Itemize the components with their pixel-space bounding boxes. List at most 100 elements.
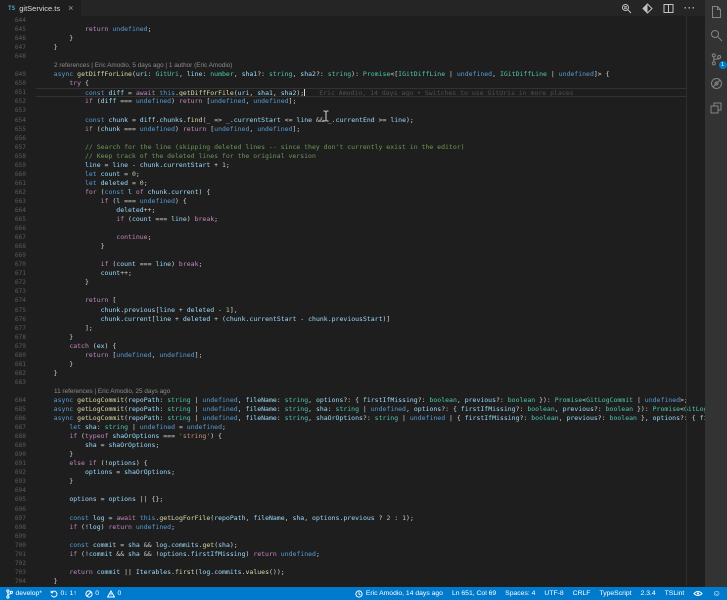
code-line[interactable]: 671 count++;	[0, 269, 705, 278]
code-line[interactable]: 689 sha = shaOrOptions;	[0, 441, 705, 450]
line-number[interactable]: 653	[0, 106, 26, 115]
line-number[interactable]: 700	[0, 541, 26, 550]
code-line[interactable]: 656	[0, 134, 705, 143]
sync-status[interactable]: 0↓ 1↑	[50, 590, 77, 598]
code-line[interactable]: 678 }	[0, 333, 705, 342]
code-line[interactable]: 655 if (chunk === undefined) return [und…	[0, 125, 705, 134]
code-line[interactable]: 686 async getLogCommit(repoPath: string …	[0, 414, 705, 423]
cursor-position[interactable]: Ln 651, Col 69	[452, 590, 496, 597]
gitlens-blame-status[interactable]: Eric Amodio, 14 days ago	[355, 589, 443, 598]
problems-errors[interactable]: 0	[85, 589, 99, 598]
debug-icon[interactable]	[710, 77, 723, 90]
encoding[interactable]: UTF-8	[544, 590, 563, 597]
line-number[interactable]: 646	[0, 34, 26, 43]
tslint-status[interactable]: TSLint	[665, 590, 685, 597]
toggle-blame[interactable]	[693, 590, 704, 597]
open-changes-icon[interactable]	[621, 3, 632, 14]
code-line[interactable]: 665 if (count === line) break;	[0, 215, 705, 224]
code-line[interactable]: 684 async getLogCommit(repoPath: string …	[0, 396, 705, 405]
line-number[interactable]: 649	[0, 70, 26, 79]
line-number[interactable]: 672	[0, 278, 26, 287]
code-line[interactable]: 687 let sha: string | undefined = undefi…	[0, 423, 705, 432]
code-line[interactable]: 699	[0, 532, 705, 541]
code-line[interactable]: 658 // Keep track of the deleted lines f…	[0, 152, 705, 161]
line-number[interactable]: 651	[0, 88, 26, 97]
code-line[interactable]: 663 if (l === undefined) {	[0, 197, 705, 206]
more-actions-icon[interactable]: ···	[684, 4, 696, 13]
line-number[interactable]: 671	[0, 269, 26, 278]
git-branch-indicator[interactable]: develop*	[6, 588, 42, 599]
line-number[interactable]: 690	[0, 450, 26, 459]
code-line[interactable]: 652 if (diff === undefined) return [unde…	[0, 97, 705, 106]
codelens-text[interactable]: 11 references | Eric Amodio, 25 days ago	[54, 387, 170, 396]
line-number[interactable]: 703	[0, 568, 26, 577]
code-line[interactable]: 703 return commit || Iterables.first(log…	[0, 568, 705, 577]
tab-gitservice[interactable]: TS gitService.ts ×	[0, 0, 82, 16]
code-line[interactable]: 676 chunk.current[line + deleted + (chun…	[0, 315, 705, 324]
line-number[interactable]: 675	[0, 306, 26, 315]
codelens-text[interactable]: 2 references | Eric Amodio, 5 days ago |…	[54, 61, 232, 70]
code-line[interactable]: 662 for (const l of chunk.current) {	[0, 188, 705, 197]
code-line[interactable]: 675 chunk.previous[line + deleted - 1],	[0, 306, 705, 315]
code-line[interactable]: 704 }	[0, 577, 705, 586]
line-number[interactable]: 689	[0, 441, 26, 450]
line-number[interactable]: 657	[0, 143, 26, 152]
line-number[interactable]: 694	[0, 486, 26, 495]
codelens-line[interactable]: 11 references | Eric Amodio, 25 days ago	[0, 387, 705, 396]
line-number[interactable]: 673	[0, 287, 26, 296]
code-line[interactable]: 646 }	[0, 34, 705, 43]
code-line[interactable]: 650 try {	[0, 79, 705, 88]
line-number[interactable]: 674	[0, 296, 26, 305]
codelens-line[interactable]: 2 references | Eric Amodio, 5 days ago |…	[0, 61, 705, 70]
code-line[interactable]: 659 line = line - chunk.currentStart + 1…	[0, 161, 705, 170]
code-line[interactable]: 670 if (count === line) break;	[0, 260, 705, 269]
line-number[interactable]: 679	[0, 342, 26, 351]
line-number[interactable]: 656	[0, 134, 26, 143]
line-number[interactable]: 680	[0, 351, 26, 360]
line-number[interactable]: 688	[0, 432, 26, 441]
code-line[interactable]: 647 }	[0, 43, 705, 52]
line-number[interactable]: 698	[0, 523, 26, 532]
code-line[interactable]: 679 catch (ex) {	[0, 342, 705, 351]
line-number[interactable]: 647	[0, 43, 26, 52]
extensions-icon[interactable]	[710, 101, 723, 114]
code-line[interactable]: 664 deleted++;	[0, 206, 705, 215]
line-number[interactable]: 670	[0, 260, 26, 269]
line-number[interactable]: 658	[0, 152, 26, 161]
line-number[interactable]: 648	[0, 52, 26, 61]
code-line[interactable]: 648	[0, 52, 705, 61]
code-line[interactable]: 685 async getLogCommit(repoPath: string …	[0, 405, 705, 414]
code-line[interactable]: 661 let deleted = 0;	[0, 179, 705, 188]
line-number[interactable]: 685	[0, 405, 26, 414]
line-number[interactable]: 645	[0, 25, 26, 34]
line-number[interactable]: 655	[0, 125, 26, 134]
line-number[interactable]: 699	[0, 532, 26, 541]
line-number[interactable]	[0, 387, 26, 396]
line-number[interactable]: 654	[0, 116, 26, 125]
line-number[interactable]: 660	[0, 170, 26, 179]
language-mode[interactable]: TypeScript	[599, 590, 631, 597]
code-line[interactable]: 654 const chunk = diff.chunks.find(_ => …	[0, 116, 705, 125]
search-icon[interactable]	[710, 29, 723, 42]
code-line[interactable]: 695 options = options || {};	[0, 495, 705, 504]
line-number[interactable]: 650	[0, 79, 26, 88]
code-line[interactable]: 694	[0, 486, 705, 495]
line-number[interactable]: 687	[0, 423, 26, 432]
line-number[interactable]: 683	[0, 378, 26, 387]
line-number[interactable]: 644	[0, 16, 26, 25]
code-line[interactable]: 657 // Search for the line (skipping del…	[0, 143, 705, 152]
code-line[interactable]: 644	[0, 16, 705, 25]
line-number[interactable]: 701	[0, 550, 26, 559]
line-number[interactable]: 681	[0, 360, 26, 369]
gitlens-compare-icon[interactable]	[642, 2, 653, 14]
feedback[interactable]: ☺	[712, 589, 721, 598]
source-control-icon[interactable]: 1	[710, 53, 727, 69]
tab-close-icon[interactable]: ×	[68, 3, 73, 13]
line-number[interactable]: 696	[0, 505, 26, 514]
line-number[interactable]: 691	[0, 459, 26, 468]
eol[interactable]: CRLF	[573, 590, 591, 597]
code-line[interactable]: 683	[0, 378, 705, 387]
line-number[interactable]: 666	[0, 224, 26, 233]
code-line[interactable]: 698 if (!log) return undefined;	[0, 523, 705, 532]
code-line[interactable]: 681 }	[0, 360, 705, 369]
